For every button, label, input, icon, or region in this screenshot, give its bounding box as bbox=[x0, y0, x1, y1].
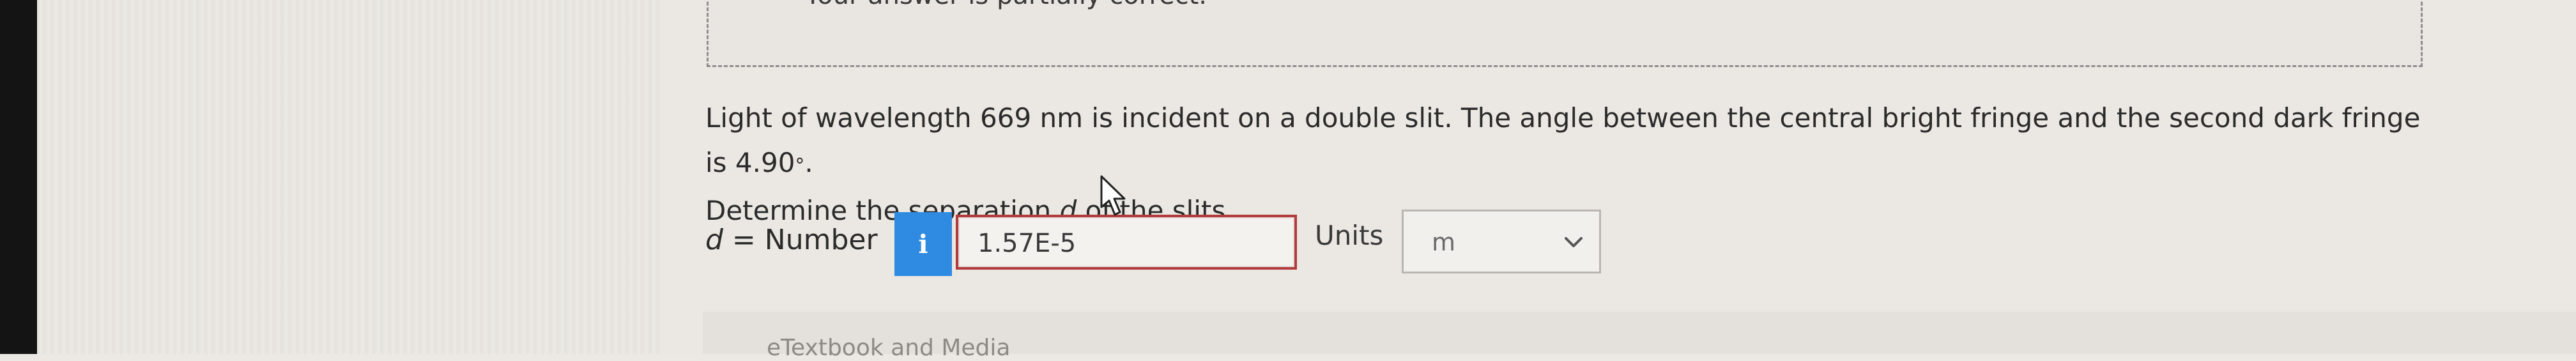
units-select[interactable]: m bbox=[1402, 210, 1601, 273]
answer-input[interactable]: 1.57E-5 bbox=[956, 215, 1297, 270]
feedback-message: Your answer is partially correct. bbox=[805, 0, 1207, 10]
units-selected-value: m bbox=[1432, 228, 1456, 256]
page-margin bbox=[37, 0, 702, 354]
chevron-down-icon bbox=[1565, 237, 1583, 247]
etextbook-link[interactable]: eTextbook and Media bbox=[767, 335, 1010, 361]
info-button[interactable]: i bbox=[894, 212, 952, 276]
question-line1: Light of wavelength 669 nm is incident o… bbox=[705, 102, 2421, 178]
answer-label: d = Number bbox=[705, 224, 878, 256]
units-label: Units bbox=[1315, 220, 1384, 251]
info-icon: i bbox=[918, 229, 928, 259]
mouse-pointer-icon bbox=[1100, 175, 1126, 216]
screen-bezel bbox=[0, 0, 37, 354]
